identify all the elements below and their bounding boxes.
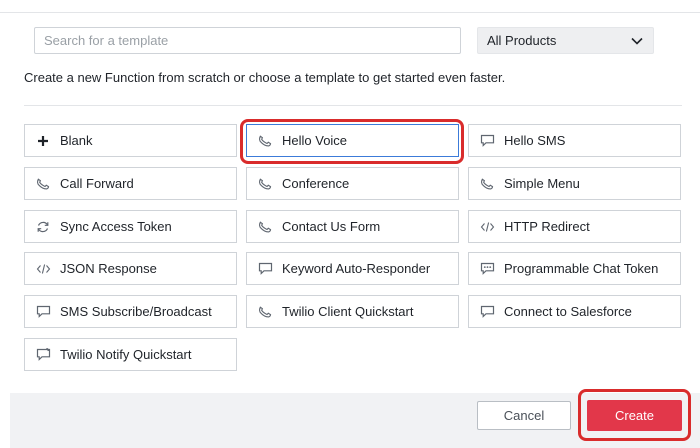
template-tile-twilio-notify-quickstart[interactable]: Twilio Notify Quickstart — [24, 338, 237, 371]
notify-icon — [35, 347, 51, 363]
template-tile-conference[interactable]: Conference — [246, 167, 459, 200]
template-tile-http-redirect[interactable]: HTTP Redirect — [468, 210, 681, 243]
phone-icon — [257, 176, 273, 192]
template-tile-sms-subscribe-broadcast[interactable]: SMS Subscribe/Broadcast — [24, 295, 237, 328]
template-tile-label: Contact Us Form — [282, 219, 381, 234]
template-tile-twilio-client-quickstart[interactable]: Twilio Client Quickstart — [246, 295, 459, 328]
message-icon — [479, 304, 495, 320]
template-tile-label: Hello Voice — [282, 133, 348, 148]
code-icon — [479, 219, 495, 235]
phone-icon — [257, 304, 273, 320]
template-tile-label: Conference — [282, 176, 350, 191]
phone-icon — [257, 219, 273, 235]
message-icon — [35, 304, 51, 320]
phone-icon — [257, 133, 273, 149]
template-tile-hello-voice[interactable]: Hello Voice — [246, 124, 459, 157]
plus-icon — [35, 133, 51, 149]
template-tile-blank[interactable]: Blank — [24, 124, 237, 157]
template-tile-label: Sync Access Token — [60, 219, 172, 234]
template-tile-simple-menu[interactable]: Simple Menu — [468, 167, 681, 200]
template-tile-label: Simple Menu — [504, 176, 580, 191]
template-grid: Blank Hello Voice Hello SMS Call Forward Con… — [0, 0, 700, 448]
template-tile-label: SMS Subscribe/Broadcast — [60, 304, 212, 319]
template-tile-json-response[interactable]: JSON Response — [24, 252, 237, 285]
create-button[interactable]: Create — [587, 400, 682, 431]
template-tile-label: JSON Response — [60, 261, 157, 276]
template-tile-hello-sms[interactable]: Hello SMS — [468, 124, 681, 157]
template-tile-keyword-auto-responder[interactable]: Keyword Auto-Responder — [246, 252, 459, 285]
template-tile-label: HTTP Redirect — [504, 219, 590, 234]
template-tile-programmable-chat-token[interactable]: Programmable Chat Token — [468, 252, 681, 285]
phone-icon — [35, 176, 51, 192]
template-tile-label: Hello SMS — [504, 133, 566, 148]
code-icon — [35, 261, 51, 277]
template-tile-label: Call Forward — [60, 176, 134, 191]
template-tile-label: Programmable Chat Token — [504, 261, 659, 276]
template-tile-label: Blank — [60, 133, 93, 148]
phone-icon — [479, 176, 495, 192]
template-tile-connect-to-salesforce[interactable]: Connect to Salesforce — [468, 295, 681, 328]
sync-icon — [35, 219, 51, 235]
message-icon — [257, 261, 273, 277]
message-icon — [479, 133, 495, 149]
template-tile-label: Connect to Salesforce — [504, 304, 632, 319]
template-tile-sync-access-token[interactable]: Sync Access Token — [24, 210, 237, 243]
template-tile-label: Twilio Notify Quickstart — [60, 347, 192, 362]
template-tile-label: Keyword Auto-Responder — [282, 261, 431, 276]
cancel-button[interactable]: Cancel — [477, 401, 571, 430]
template-tile-label: Twilio Client Quickstart — [282, 304, 414, 319]
template-tile-contact-us-form[interactable]: Contact Us Form — [246, 210, 459, 243]
template-tile-call-forward[interactable]: Call Forward — [24, 167, 237, 200]
chat-icon — [479, 261, 495, 277]
